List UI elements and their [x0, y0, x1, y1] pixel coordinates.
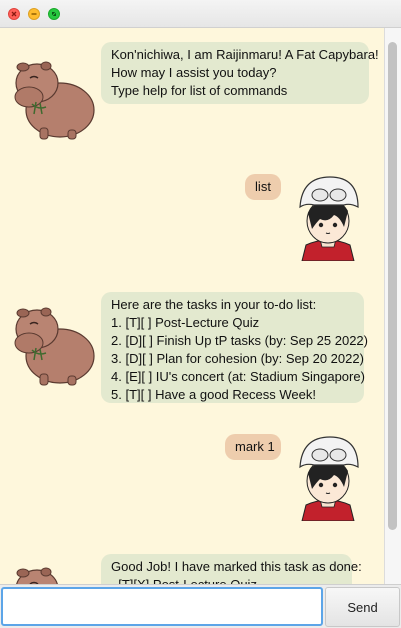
bot-message-bubble: Good Job! I have marked this task as don… [101, 554, 362, 584]
message-line: [T][X] Post-Lecture Quiz [111, 576, 342, 584]
input-bar: Send [0, 584, 401, 628]
user-message-bubble: mark 1 [225, 434, 281, 460]
message-line: mark 1 [235, 439, 275, 454]
message-line: list [255, 179, 271, 194]
bot-message-bubble: Here are the tasks in your to-do list: 1… [101, 292, 368, 403]
message-line: Type help for list of commands [111, 83, 288, 98]
task-list-item: 4. [E][ ] IU's concert (at: Stadium Sing… [111, 369, 365, 384]
close-icon [11, 11, 17, 17]
chat-scroll-area[interactable]: Kon'nichiwa, I am Raijinmaru! A Fat Capy… [0, 28, 401, 584]
scrollbar-thumb[interactable] [388, 42, 397, 530]
message-line: Good Job! I have marked this task as don… [111, 559, 362, 574]
helmet-boy-avatar [299, 436, 359, 521]
zoom-icon [52, 12, 56, 16]
send-button[interactable]: Send [325, 587, 400, 627]
user-message-bubble: list [245, 174, 281, 200]
helmet-boy-avatar [299, 176, 359, 261]
message-line: Here are the tasks in your to-do list: [111, 297, 317, 312]
message-line: Kon'nichiwa, I am Raijinmaru! A Fat Capy… [111, 47, 379, 62]
capybara-avatar [14, 307, 95, 386]
bot-message-bubble: Kon'nichiwa, I am Raijinmaru! A Fat Capy… [101, 42, 379, 104]
minimize-icon [31, 13, 37, 15]
task-list-item: 1. [T][ ] Post-Lecture Quiz [111, 315, 260, 330]
task-list-item: 2. [D][ ] Finish Up tP tasks (by: Sep 25… [111, 333, 368, 348]
task-list-item: 5. [T][ ] Have a good Recess Week! [111, 387, 316, 402]
chat-scrollbar[interactable] [384, 28, 401, 584]
zoom-button[interactable] [48, 8, 60, 20]
message-input[interactable] [1, 587, 323, 626]
task-list-item: 3. [D][ ] Plan for cohesion (by: Sep 20 … [111, 351, 364, 366]
capybara-avatar [16, 567, 58, 584]
close-button[interactable] [8, 8, 20, 20]
message-line: How may I assist you today? [111, 65, 277, 80]
capybara-avatar [14, 61, 95, 140]
window-titlebar [0, 0, 401, 28]
minimize-button[interactable] [28, 8, 40, 20]
